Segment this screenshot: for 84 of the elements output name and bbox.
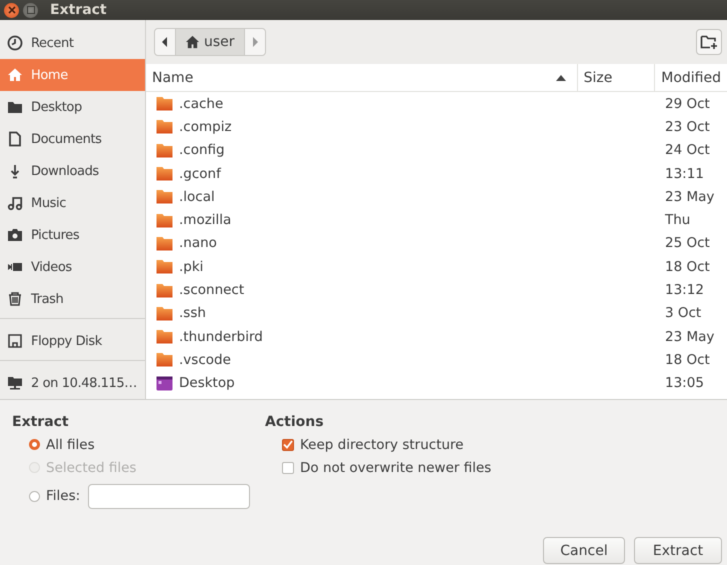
modified-date: 29 Oct [665, 96, 710, 112]
close-icon[interactable] [4, 2, 19, 18]
modified-date: 13:05 [665, 375, 704, 392]
modified-date: 23 May [665, 328, 714, 345]
radio-button[interactable] [29, 439, 40, 450]
folder-icon [156, 352, 173, 368]
checkbox[interactable] [282, 438, 294, 450]
column-header[interactable]: Modified [654, 64, 727, 91]
folder-icon [156, 96, 173, 112]
extract-button[interactable]: Extract [634, 537, 722, 564]
modified-date: 24 Oct [665, 142, 710, 158]
path-button[interactable]: user [175, 29, 245, 55]
window-button-icon[interactable] [23, 2, 38, 18]
modified-date: 13:12 [665, 282, 704, 298]
modified-date: 18 Oct [665, 352, 710, 368]
sidebar-item[interactable]: Downloads [0, 155, 145, 187]
file-name[interactable]: Desktop [179, 375, 235, 392]
doc-icon [7, 131, 23, 147]
folder-icon [156, 282, 173, 298]
modified-date: Thu [665, 212, 690, 228]
floppy-icon [7, 333, 23, 349]
files-input-field[interactable] [88, 484, 250, 508]
column-header[interactable]: Size [576, 64, 654, 91]
file-name[interactable]: .sconnect [179, 282, 244, 298]
camera-icon [7, 227, 23, 243]
new-folder-button[interactable] [696, 29, 722, 55]
file-name[interactable]: .ssh [179, 305, 206, 322]
sidebar-item[interactable]: Videos [0, 251, 145, 283]
sidebar-item[interactable]: Desktop [0, 91, 145, 123]
sidebar-item[interactable]: Floppy Disk [0, 325, 145, 357]
file-name[interactable]: .mozilla [179, 212, 232, 228]
option-label[interactable]: All files [46, 436, 95, 452]
sort-arrow-icon [556, 74, 566, 80]
window-title: Extract [50, 2, 107, 18]
section-title: Actions [265, 414, 325, 430]
folder-icon [156, 166, 173, 182]
file-name[interactable]: .vscode [179, 352, 231, 368]
forward-arrow-icon[interactable] [252, 37, 258, 47]
option-label[interactable]: Keep directory structure [300, 436, 464, 452]
music-icon [7, 195, 23, 211]
sidebar-item[interactable]: Music [0, 187, 145, 219]
home-icon [7, 67, 23, 83]
sidebar-item[interactable]: Pictures [0, 219, 145, 251]
folder-plus-icon [700, 34, 718, 50]
file-name[interactable]: .compiz [179, 118, 232, 135]
sidebar-item[interactable]: Trash [0, 283, 145, 315]
clock-icon [7, 35, 23, 51]
modified-date: 3 Oct [665, 305, 702, 322]
file-name[interactable]: .nano [179, 235, 217, 252]
column-header[interactable]: Name [146, 64, 577, 91]
file-name[interactable]: .config [179, 142, 225, 158]
folder-icon [156, 189, 173, 204]
folder-icon [156, 236, 173, 251]
file-name[interactable]: .thunderbird [179, 328, 263, 345]
file-name[interactable]: .pki [179, 258, 204, 275]
file-name[interactable]: .gconf [179, 166, 221, 182]
cancel-button[interactable]: Cancel [543, 537, 625, 564]
sidebar-item[interactable]: Recent [0, 27, 145, 59]
trash-icon [7, 291, 23, 307]
option-label[interactable]: Files: [46, 488, 80, 504]
file-name[interactable]: .local [179, 188, 215, 205]
modified-date: 23 Oct [665, 118, 710, 135]
folder-icon [156, 259, 173, 274]
folder-icon [156, 142, 173, 158]
folder-icon [7, 99, 23, 115]
checkbox[interactable] [282, 462, 294, 474]
file-name[interactable]: .cache [179, 96, 224, 112]
folder-icon [156, 119, 173, 134]
sidebar-item[interactable]: 2 on 10.48.115… [0, 367, 145, 399]
section-title: Extract [12, 414, 70, 430]
network-icon [7, 375, 23, 391]
modified-date: 18 Oct [665, 258, 710, 275]
folder-icon [156, 212, 173, 228]
modified-date: 25 Oct [665, 235, 710, 252]
home-icon [185, 35, 200, 49]
radio-button[interactable] [29, 490, 40, 502]
sidebar-item[interactable]: Documents [0, 123, 145, 155]
modified-date: 13:11 [665, 166, 704, 182]
folder-icon [156, 306, 173, 321]
modified-date: 23 May [665, 188, 714, 205]
desktop-icon [156, 376, 173, 391]
back-arrow-icon[interactable] [162, 37, 168, 47]
folder-icon [156, 329, 173, 344]
option-label[interactable]: Do not overwrite newer files [300, 460, 492, 476]
